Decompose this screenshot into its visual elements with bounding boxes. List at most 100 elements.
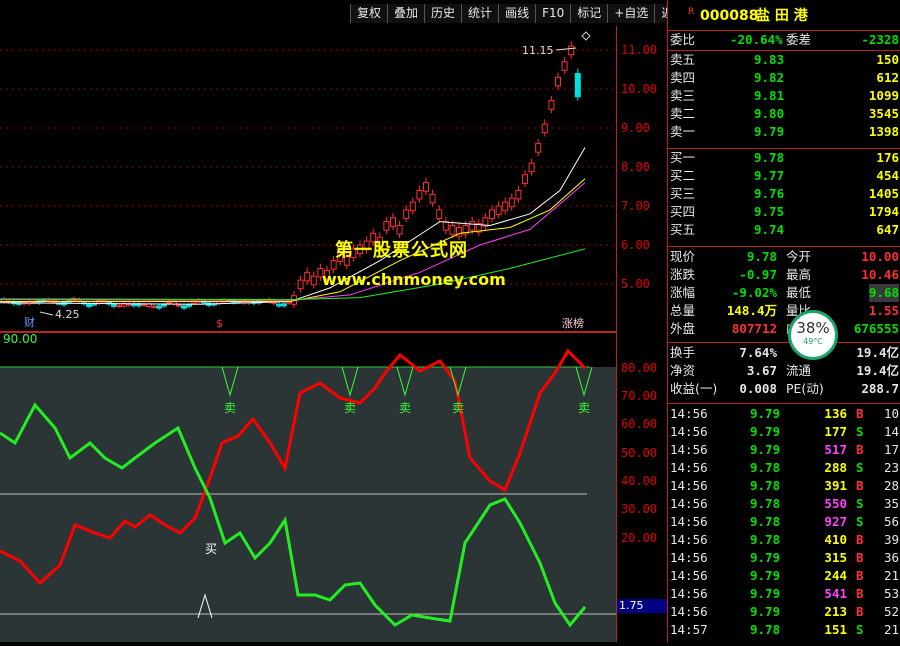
candle bbox=[31, 300, 37, 305]
toolbar-button-5[interactable]: F10 bbox=[535, 4, 571, 23]
stat-value: 9.68 bbox=[868, 284, 899, 302]
candle bbox=[383, 216, 390, 235]
weibi-value: -20.64% bbox=[730, 32, 783, 47]
stat-label: PE(动) bbox=[786, 381, 824, 396]
candle bbox=[297, 275, 304, 293]
dollar-marker[interactable]: $ bbox=[216, 317, 223, 330]
trade-count: 23 bbox=[883, 460, 899, 475]
svg-text:卖: 卖 bbox=[452, 401, 464, 415]
toolbar-button-0[interactable]: 复权 bbox=[350, 4, 388, 23]
candle bbox=[91, 302, 97, 307]
watermark-title: 第一股票公式网 bbox=[335, 240, 468, 261]
trade-price: 9.78 bbox=[750, 478, 781, 493]
candle bbox=[442, 216, 449, 235]
trade-count: 56 bbox=[883, 514, 899, 529]
level-label: 卖二 bbox=[670, 106, 696, 121]
trade-count: 53 bbox=[883, 586, 899, 601]
trade-price: 9.78 bbox=[750, 460, 781, 475]
trade-direction: S bbox=[856, 496, 864, 511]
stats-block: 现价 9.78 今开 10.00 涨跌 -0.97 最高 10.46 涨幅 -9.0… bbox=[668, 246, 900, 339]
trade-volume: 410 bbox=[824, 532, 847, 547]
trade-volume: 927 bbox=[824, 514, 847, 529]
trade-count: 28 bbox=[883, 478, 899, 493]
trade-direction: B bbox=[856, 478, 864, 493]
trade-volume: 391 bbox=[824, 478, 847, 493]
toolbar-button-4[interactable]: 画线 bbox=[498, 4, 536, 23]
low-price-label: 4.25 bbox=[55, 308, 80, 321]
stat-label: 涨幅 bbox=[670, 285, 696, 300]
trade-direction: S bbox=[856, 622, 864, 637]
level-label: 卖五 bbox=[670, 52, 696, 67]
candle bbox=[561, 57, 568, 75]
bids-row: 买四 9.75 1794 bbox=[668, 203, 900, 221]
trade-count: 17 bbox=[883, 442, 899, 457]
trade-direction: B bbox=[856, 532, 864, 547]
indicator-tick: 40.00 bbox=[621, 474, 658, 488]
bids-row: 买二 9.77 454 bbox=[668, 167, 900, 185]
trade-volume: 541 bbox=[824, 586, 847, 601]
candle bbox=[522, 170, 528, 188]
trade-count: 52 bbox=[883, 604, 899, 619]
price-tick: 5.00 bbox=[621, 277, 650, 291]
trade-row: 14:56 9.79 136 B 10 bbox=[668, 405, 900, 423]
candle bbox=[116, 303, 122, 308]
stat-value: 676555 bbox=[853, 321, 899, 336]
stat-row: 涨幅 -9.02% 最低 9.68 bbox=[668, 284, 900, 302]
sell-signal: 卖 bbox=[341, 366, 359, 415]
trade-price: 9.79 bbox=[750, 604, 781, 619]
candle bbox=[409, 197, 416, 215]
trade-volume: 244 bbox=[824, 568, 847, 583]
trade-count: 39 bbox=[883, 532, 899, 547]
indicator-panel[interactable]: 卖 卖 卖 卖 卖买 90.00 bbox=[0, 332, 616, 642]
candle bbox=[548, 96, 555, 114]
sell-signal: 卖 bbox=[575, 366, 593, 415]
level-price: 9.80 bbox=[754, 106, 785, 121]
stat-row: 外盘 807712 内盘 676555 bbox=[668, 320, 900, 338]
level-volume: 176 bbox=[876, 150, 899, 165]
chart-toolbar: 复权叠加历史统计画线F10标记+自选返回 bbox=[350, 4, 692, 25]
candle bbox=[541, 119, 548, 137]
bid-book: 买一 9.78 176 买二 9.77 454 买三 9.76 1405 买四 9.7… bbox=[668, 148, 900, 241]
indicator-tick: 60.00 bbox=[621, 417, 658, 431]
stat-label: 现价 bbox=[670, 249, 696, 264]
toolbar-button-7[interactable]: +自选 bbox=[607, 4, 655, 23]
trade-row: 14:56 9.79 213 B 52 bbox=[668, 603, 900, 621]
candlestick-panel[interactable]: 11.15 4.25 财 $ 涨榜 bbox=[0, 26, 616, 331]
level-price: 9.82 bbox=[754, 70, 785, 85]
candle bbox=[568, 41, 575, 59]
toolbar-button-6[interactable]: 标记 bbox=[570, 4, 608, 23]
quote-panel: R 000088 盐 田 港 委比 -20.64% 委差 -2328 卖五 9.… bbox=[667, 0, 900, 642]
trade-direction: B bbox=[856, 550, 864, 565]
candle bbox=[423, 177, 429, 196]
trade-row: 14:56 9.78 391 B 28 bbox=[668, 477, 900, 495]
level-label: 买二 bbox=[670, 168, 696, 183]
temperature-deg: 49°C bbox=[803, 337, 823, 346]
stock-name: 盐 田 港 bbox=[756, 8, 808, 24]
level-volume: 1405 bbox=[868, 186, 899, 201]
stat-value: 10.46 bbox=[861, 267, 899, 282]
trade-volume: 213 bbox=[824, 604, 847, 619]
trade-row: 14:56 9.79 315 B 36 bbox=[668, 549, 900, 567]
stat-label: 流通 bbox=[786, 363, 812, 378]
asks-row: 卖二 9.80 3545 bbox=[668, 105, 900, 123]
toolbar-button-2[interactable]: 历史 bbox=[424, 4, 462, 23]
zhangbang-marker[interactable]: 涨榜 bbox=[562, 316, 584, 330]
temperature-pct: 38% bbox=[796, 319, 830, 337]
candle bbox=[161, 302, 167, 309]
stat-value: 1.55 bbox=[868, 303, 899, 318]
level-label: 买五 bbox=[670, 222, 696, 237]
toolbar-button-3[interactable]: 统计 bbox=[461, 4, 499, 23]
toolbar-button-1[interactable]: 叠加 bbox=[387, 4, 425, 23]
stat-value: 807712 bbox=[731, 321, 777, 336]
trade-count: 35 bbox=[883, 496, 899, 511]
indicator-tick: 30.00 bbox=[621, 502, 658, 516]
trade-volume: 177 bbox=[824, 424, 847, 439]
temperature-widget[interactable]: 38% 49°C bbox=[788, 310, 838, 360]
stock-code: 000088 bbox=[700, 8, 759, 24]
stat-label: 今开 bbox=[786, 249, 812, 264]
stat-label: 外盘 bbox=[670, 321, 696, 336]
candlestick-chart: 11.15 4.25 财 $ 涨榜 bbox=[0, 31, 616, 330]
finance-marker[interactable]: 财 bbox=[24, 315, 35, 329]
trade-row: 14:56 9.79 177 S 14 bbox=[668, 423, 900, 441]
candle bbox=[171, 299, 177, 307]
